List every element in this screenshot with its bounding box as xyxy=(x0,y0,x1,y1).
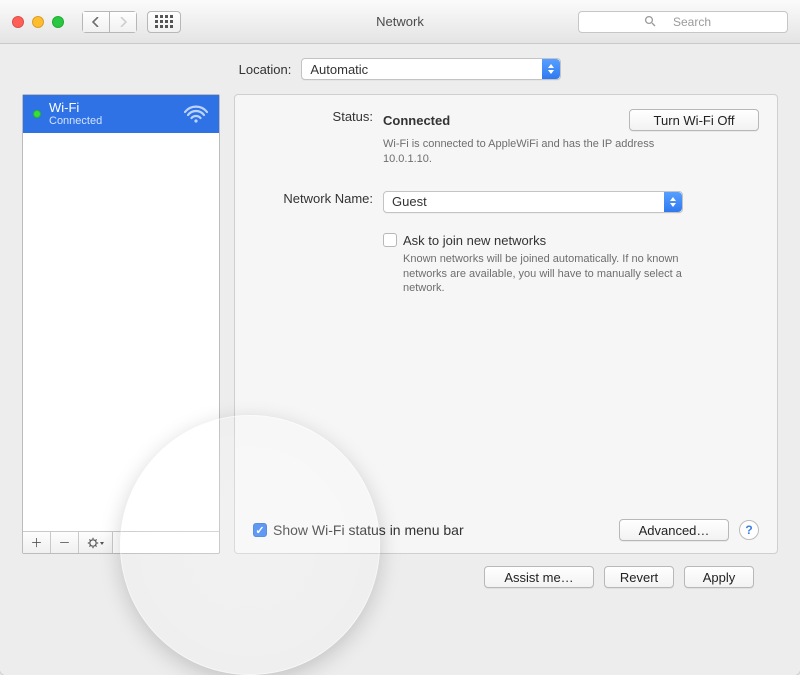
add-service-button[interactable]: ＋ xyxy=(23,532,51,553)
services-sidebar: Wi-Fi Connected ＋ － xyxy=(22,94,220,554)
apply-button[interactable]: Apply xyxy=(684,566,754,588)
show-status-checkbox[interactable] xyxy=(253,523,267,537)
two-column-layout: Wi-Fi Connected ＋ － xyxy=(22,94,778,554)
select-arrows-icon xyxy=(664,192,682,212)
ask-checkbox-wrap[interactable]: Ask to join new networks xyxy=(383,233,546,248)
network-preferences-window: Network Location: Automatic Wi-Fi xyxy=(0,0,800,675)
status-row: Status: Connected Turn Wi-Fi Off xyxy=(253,109,759,131)
status-dot-connected-icon xyxy=(33,110,41,118)
service-actions-button[interactable] xyxy=(79,532,113,553)
status-label: Status: xyxy=(253,109,383,131)
revert-button[interactable]: Revert xyxy=(604,566,674,588)
search-input[interactable] xyxy=(578,11,788,33)
status-detail: Wi-Fi is connected to AppleWiFi and has … xyxy=(383,137,683,167)
search-field-wrap xyxy=(578,11,788,33)
network-name-select[interactable]: Guest xyxy=(383,191,683,213)
ask-label: Ask to join new networks xyxy=(403,233,546,248)
window-controls xyxy=(12,16,64,28)
location-value: Automatic xyxy=(310,62,368,77)
network-name-value: Guest xyxy=(392,194,427,209)
services-list xyxy=(23,133,219,531)
panel-bottom: Show Wi-Fi status in menu bar Advanced… … xyxy=(253,519,759,541)
location-select[interactable]: Automatic xyxy=(301,58,561,80)
status-value: Connected xyxy=(383,113,450,128)
ask-checkbox[interactable] xyxy=(383,233,397,247)
show-status-label: Show Wi-Fi status in menu bar xyxy=(273,522,464,538)
apps-grid-icon xyxy=(155,15,173,28)
minimize-window-button[interactable] xyxy=(32,16,44,28)
forward-button[interactable] xyxy=(109,11,137,33)
zoom-window-button[interactable] xyxy=(52,16,64,28)
remove-service-button[interactable]: － xyxy=(51,532,79,553)
turn-wifi-off-button[interactable]: Turn Wi-Fi Off xyxy=(629,109,759,131)
content-area: Location: Automatic Wi-Fi Connected xyxy=(0,44,800,604)
service-wifi[interactable]: Wi-Fi Connected xyxy=(23,95,219,133)
search-icon xyxy=(644,15,656,30)
network-name-label: Network Name: xyxy=(253,191,383,213)
sidebar-toolbar: ＋ － xyxy=(23,531,219,553)
show-status-checkbox-wrap[interactable]: Show Wi-Fi status in menu bar xyxy=(253,522,464,538)
footer-buttons: Assist me… Revert Apply xyxy=(22,554,778,588)
nav-back-forward xyxy=(82,11,137,33)
location-label: Location: xyxy=(239,62,292,77)
service-state: Connected xyxy=(49,115,102,127)
advanced-button[interactable]: Advanced… xyxy=(619,519,729,541)
status-detail-row: Wi-Fi is connected to AppleWiFi and has … xyxy=(253,137,759,167)
wifi-icon xyxy=(183,103,209,126)
service-name: Wi-Fi xyxy=(49,101,102,115)
network-name-row: Network Name: Guest xyxy=(253,191,759,213)
location-row: Location: Automatic xyxy=(22,58,778,80)
back-button[interactable] xyxy=(82,11,110,33)
details-panel: Status: Connected Turn Wi-Fi Off Wi-Fi i… xyxy=(234,94,778,554)
show-all-prefs-button[interactable] xyxy=(147,11,181,33)
titlebar: Network xyxy=(0,0,800,44)
assist-me-button[interactable]: Assist me… xyxy=(484,566,594,588)
ask-detail: Known networks will be joined automatica… xyxy=(403,252,703,297)
select-arrows-icon xyxy=(542,59,560,79)
ask-row: Ask to join new networks Known networks … xyxy=(253,233,759,297)
help-button[interactable]: ? xyxy=(739,520,759,540)
close-window-button[interactable] xyxy=(12,16,24,28)
